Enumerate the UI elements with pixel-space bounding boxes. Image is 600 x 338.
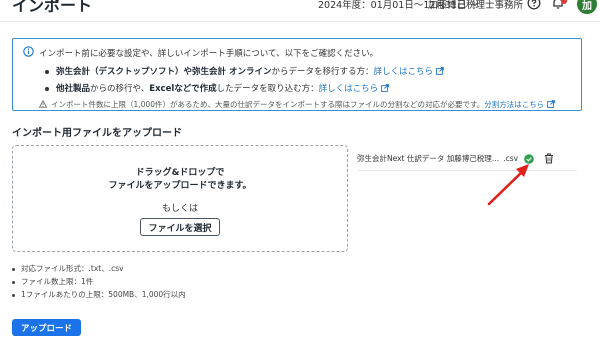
yayoi-details-link[interactable]: 詳しくはこちら [373, 67, 433, 77]
bullet [45, 69, 49, 74]
warning-icon [38, 99, 48, 108]
info-other-products: 他社製品 [56, 84, 91, 94]
info-limit-note: インポート件数に上限（1,000件）があるため、大量の仕訳データをインポートする… [38, 99, 556, 110]
upload-section-title: インポート用ファイルをアップロード [12, 128, 182, 139]
dropzone-or-text: もしくは [161, 204, 198, 214]
note-item: 対応ファイル形式：.txt、.csv [12, 263, 186, 276]
uploaded-file-row: 弥生会計Next 仕訳データ 加藤博己税理… .csv [357, 147, 577, 171]
file-dropzone[interactable]: ドラッグ&ドロップで ファイルをアップロードできます。 もしくは ファイルを選択 [12, 145, 348, 252]
dropzone-line-1: ドラッグ&ドロップで [135, 168, 225, 178]
avatar[interactable]: 加 [577, 0, 597, 14]
info-other-text: からの移行や、 [90, 84, 150, 94]
note-file-types: 対応ファイル形式：.txt、.csv [21, 264, 124, 273]
upload-notes: 対応ファイル形式：.txt、.csv ファイル数上限：1件 1ファイルあたりの上… [12, 263, 186, 302]
info-item-yayoi: 弥生会計（デスクトップソフト）や弥生会計 オンラインからデータを移行する方：詳し… [45, 65, 444, 77]
note-file-size: 1ファイルあたりの上限：500MB、1,000行以内 [21, 290, 186, 299]
upload-button[interactable]: アップロード [12, 319, 81, 336]
limit-note-text: インポート件数に上限（1,000件）があるため、大量の仕訳データをインポートする… [51, 100, 485, 109]
file-name: 弥生会計Next 仕訳データ 加藤博己税理… [357, 154, 500, 163]
split-method-link[interactable]: 分割方法はこちら [484, 100, 544, 109]
note-item: ファイル数上限：1件 [12, 276, 186, 289]
dropzone-line-2: ファイルをアップロードできます。 [108, 181, 252, 191]
other-details-link[interactable]: 詳しくはこちら [319, 84, 379, 94]
info-yayoi-products: 弥生会計（デスクトップソフト）や弥生会計 オンライン [56, 67, 272, 77]
info-item-other: 他社製品からの移行や、Excelなどで作成したデータを取り込む方：詳しくはこちら [45, 82, 389, 94]
info-icon [23, 46, 34, 57]
info-other-text-2: したデータを取り込む方： [216, 84, 319, 94]
trash-icon[interactable] [544, 153, 554, 164]
note-item: 1ファイルあたりの上限：500MB、1,000行以内 [12, 289, 186, 302]
bullet [45, 86, 49, 91]
external-link-icon[interactable] [547, 100, 556, 108]
info-excel-text: Excelなどで作成 [149, 84, 217, 94]
info-intro-text: インポート前に必要な設定や、詳しいインポート手順について、以下をご確認ください。 [39, 49, 379, 59]
info-yayoi-text: からデータを移行する方： [271, 67, 374, 77]
annotation-arrow-icon [487, 164, 529, 206]
notification-dot [561, 0, 567, 4]
page-header: インポート 2024年度：01月01日〜12月31日 加藤博己税理士事務所 加 [0, 0, 600, 22]
office-name[interactable]: 加藤博己税理士事務所 [428, 0, 523, 11]
help-icon[interactable] [527, 0, 541, 10]
import-info-box: インポート前に必要な設定や、詳しいインポート手順について、以下をご確認ください。… [12, 38, 582, 111]
note-file-count: ファイル数上限：1件 [21, 277, 94, 286]
external-link-icon[interactable] [381, 84, 389, 92]
page-title: インポート [12, 0, 93, 15]
external-link-icon[interactable] [436, 67, 444, 75]
select-file-button[interactable]: ファイルを選択 [140, 218, 220, 236]
